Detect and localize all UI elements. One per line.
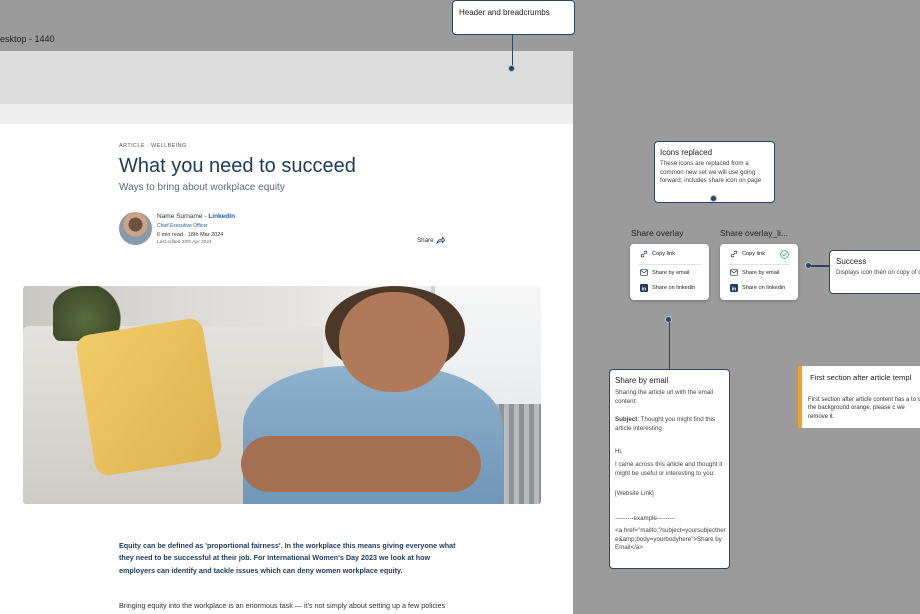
share-overlay: Copy link Share by email in Share on lin… bbox=[630, 244, 709, 300]
overlay-divider bbox=[728, 264, 790, 265]
overlay-divider bbox=[638, 264, 701, 265]
annotation-first-section-text: First section after article content has … bbox=[808, 397, 920, 420]
annotation-first-section-title: First section after article templ bbox=[810, 373, 912, 382]
share-button[interactable]: Share bbox=[417, 236, 445, 245]
share-email-label: Share by email bbox=[652, 269, 690, 276]
article-paragraph: Bringing equity into the workplace is an… bbox=[119, 601, 446, 610]
share-linkedin-label: Share on linkedin bbox=[652, 285, 696, 291]
article-subtitle: Ways to bring about workplace equity bbox=[119, 182, 285, 193]
annotation-success-title: Success bbox=[836, 257, 867, 266]
last-edited: Last edited 20th Apr 2024 bbox=[157, 240, 212, 246]
article-heading: ARTICLE · WELLBEING What you need to suc… bbox=[119, 143, 539, 193]
person-face-shape bbox=[339, 292, 449, 392]
annotation-icons-title: Icons replaced bbox=[660, 148, 713, 157]
annotation-success: Success Displays icon then on copy of cl… bbox=[829, 250, 920, 294]
annotation-header-connector bbox=[511, 35, 513, 67]
share-email-item[interactable]: Share by email bbox=[730, 269, 779, 276]
avatar bbox=[119, 212, 152, 245]
share-email-item[interactable]: Share by email bbox=[640, 269, 689, 276]
annotation-email-subject: Subject: Thought you might find this art… bbox=[615, 416, 725, 433]
header-placeholder bbox=[0, 51, 573, 104]
copy-link-item[interactable]: Copy link bbox=[730, 250, 765, 258]
copy-link-label: Copy link bbox=[652, 251, 676, 257]
annotation-share-email: Share by email Sharing the article url w… bbox=[609, 369, 730, 569]
linkedin-icon: in bbox=[730, 284, 738, 292]
annotation-first-section: First section after article templ First … bbox=[798, 366, 920, 428]
svg-text:in: in bbox=[642, 286, 647, 292]
link-icon bbox=[640, 250, 648, 258]
linkedin-icon: in bbox=[640, 284, 648, 292]
share-label: Share bbox=[417, 237, 434, 244]
article-intro: Equity can be defined as 'proportional f… bbox=[119, 541, 456, 575]
share-overlay-link-label: Share overlay_li... bbox=[720, 228, 789, 238]
annotation-email-title: Share by email bbox=[615, 376, 669, 385]
annotation-email-example-label: ---------example--------- bbox=[615, 515, 676, 522]
share-linkedin-item[interactable]: in Share on linkedin bbox=[640, 284, 695, 292]
person-arm-shape bbox=[241, 436, 481, 492]
annotation-header-pin bbox=[508, 65, 515, 72]
check-circle-icon bbox=[780, 250, 789, 259]
share-icon bbox=[435, 236, 445, 245]
annotation-email-body: I came across this article and thought i… bbox=[615, 461, 723, 477]
breadcrumb-bar-placeholder bbox=[0, 104, 573, 124]
author-role: Chief Executive Officer bbox=[157, 222, 208, 229]
annotation-icons-text: These icons are replaced from a common n… bbox=[660, 160, 762, 185]
annotation-header: Header and breadcrumbs bbox=[452, 0, 575, 35]
share-linkedin-label: Share on linkedin bbox=[742, 285, 786, 291]
author-meta: Name Surname - LinkedIn Chief Executive … bbox=[157, 213, 235, 248]
annotation-email-connector bbox=[668, 322, 670, 370]
frame-label: esktop - 1440 bbox=[0, 34, 55, 44]
share-linkedin-item[interactable]: in Share on linkedin bbox=[730, 284, 785, 292]
share-email-label: Share by email bbox=[742, 269, 780, 276]
share-overlay-link: Copy link Share by email in Share on lin… bbox=[720, 244, 798, 300]
subject-label: Subject bbox=[615, 416, 638, 423]
share-overlay-label: Share overlay bbox=[631, 228, 684, 238]
hero-image bbox=[23, 286, 541, 504]
copy-link-item[interactable]: Copy link bbox=[640, 250, 675, 258]
annotation-email-link: [Website Link] bbox=[615, 490, 654, 497]
pillow-shape bbox=[74, 316, 224, 478]
annotation-header-title: Header and breadcrumbs bbox=[459, 8, 550, 17]
article-eyebrow: ARTICLE · WELLBEING bbox=[119, 143, 187, 149]
author-block: Name Surname - LinkedIn Chief Executive … bbox=[119, 212, 449, 248]
linkedin-link[interactable]: LinkedIn bbox=[208, 213, 235, 220]
annotation-email-greeting: Hi, bbox=[615, 448, 623, 455]
annotation-success-text: Displays icon then on copy of clipboard bbox=[836, 269, 920, 276]
annotation-email-example-code: <a href="mailto:?subject=yoursubjecthere… bbox=[615, 527, 726, 552]
author-name-line: Name Surname - LinkedIn bbox=[157, 213, 235, 222]
article-title: What you need to succeed bbox=[119, 155, 356, 177]
svg-text:in: in bbox=[732, 286, 737, 292]
annotation-success-connector bbox=[811, 265, 830, 267]
author-name: Name Surname bbox=[157, 213, 203, 220]
mail-icon bbox=[640, 269, 648, 276]
annotation-icons-pin bbox=[710, 195, 717, 202]
link-icon bbox=[730, 250, 738, 258]
mail-icon bbox=[730, 269, 738, 276]
copy-link-label: Copy link bbox=[742, 251, 766, 257]
annotation-icons: Icons replaced These icons are replaced … bbox=[654, 141, 775, 203]
annotation-email-intro: Sharing the article url with the email c… bbox=[615, 389, 714, 405]
read-info: 6 min read · 18th Mar 2024 bbox=[157, 231, 224, 238]
